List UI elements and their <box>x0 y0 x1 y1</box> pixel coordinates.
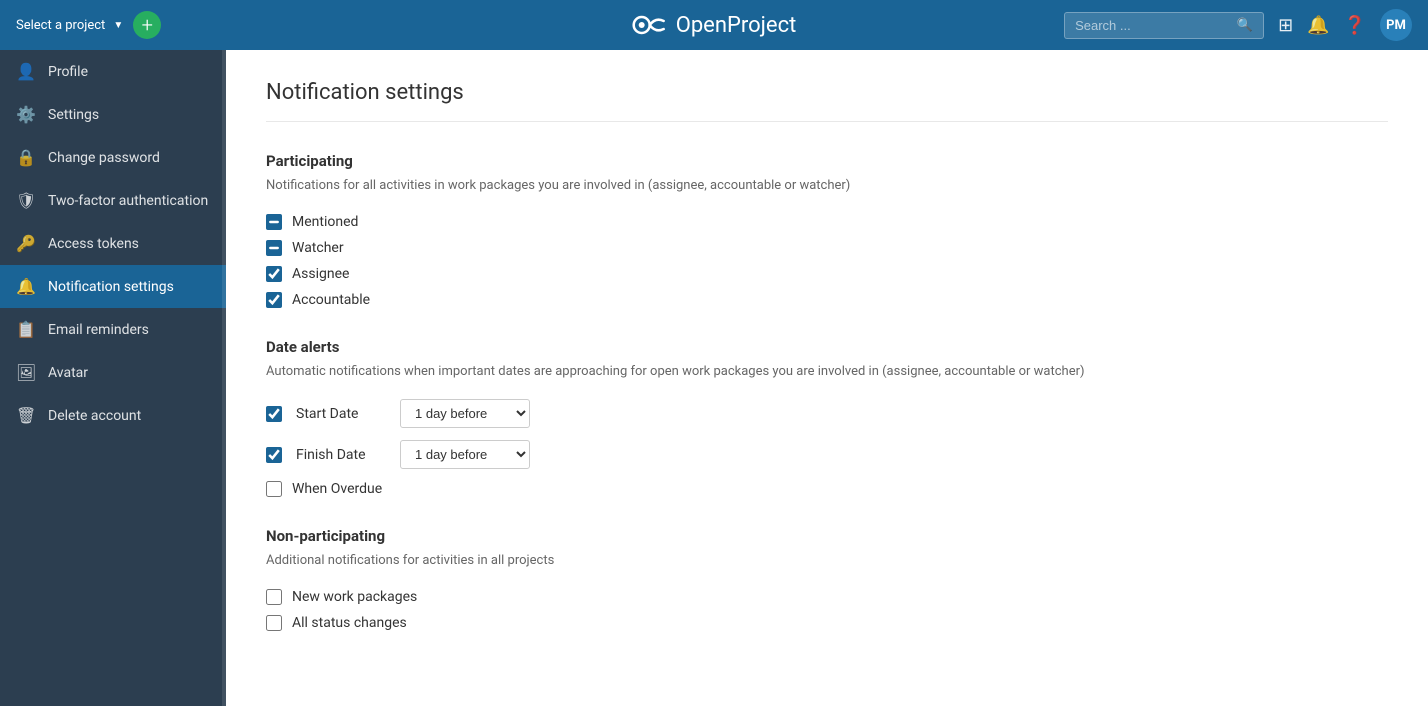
label-when-overdue: When Overdue <box>292 481 382 497</box>
checkbox-finish-date[interactable] <box>266 447 282 463</box>
notification-settings-icon: 🔔 <box>16 277 36 296</box>
label-start-date: Start Date <box>296 406 386 422</box>
checkbox-row-watcher: Watcher <box>266 240 1388 256</box>
checkbox-row-when-overdue: When Overdue <box>266 481 1388 497</box>
label-finish-date: Finish Date <box>296 447 386 463</box>
checkbox-label-all-status-changes: All status changes <box>292 615 407 631</box>
main-layout: 👤 Profile ⚙️ Settings 🔒 Change password … <box>0 50 1428 706</box>
sidebar-item-label: Notification settings <box>48 279 174 295</box>
non-participating-desc: Additional notifications for activities … <box>266 551 1388 571</box>
help-icon[interactable]: ❓ <box>1344 15 1366 36</box>
search-input[interactable] <box>1075 18 1231 33</box>
sidebar-item-label: Settings <box>48 107 99 123</box>
app-logo: OpenProject <box>632 11 797 39</box>
checkbox-row-accountable: Accountable <box>266 292 1388 308</box>
sidebar-item-label: Email reminders <box>48 322 149 338</box>
settings-icon: ⚙️ <box>16 105 36 124</box>
checkbox-row-all-status-changes: All status changes <box>266 615 1388 631</box>
sidebar-item-email-reminders[interactable]: 📋 Email reminders <box>0 308 226 351</box>
delete-account-icon: 🗑 <box>16 406 36 425</box>
add-project-button[interactable]: + <box>133 11 161 39</box>
checkbox-label-watcher: Watcher <box>292 240 344 256</box>
sidebar-item-avatar[interactable]: 🖼 Avatar <box>0 351 226 394</box>
date-alerts-desc: Automatic notifications when important d… <box>266 362 1388 382</box>
logo-icon <box>632 11 668 39</box>
email-reminders-icon: 📋 <box>16 320 36 339</box>
sidebar-item-delete-account[interactable]: 🗑 Delete account <box>0 394 226 437</box>
dropdown-arrow-icon: ▼ <box>113 20 123 31</box>
sidebar-item-label: Avatar <box>48 365 88 381</box>
page-title: Notification settings <box>266 80 1388 122</box>
date-alert-row-start-date: Start Date 1 day before2 days before3 day… <box>266 399 1388 428</box>
main-content: Notification settings Participating Noti… <box>226 50 1428 706</box>
checkbox-all-status-changes[interactable] <box>266 615 282 631</box>
sidebar-item-change-password[interactable]: 🔒 Change password <box>0 136 226 179</box>
sidebar-item-notification-settings[interactable]: 🔔 Notification settings <box>0 265 226 308</box>
select-finish-date[interactable]: 1 day before2 days before3 days before1 … <box>400 440 530 469</box>
sidebar-item-settings[interactable]: ⚙️ Settings <box>0 93 226 136</box>
select-start-date[interactable]: 1 day before2 days before3 days before1 … <box>400 399 530 428</box>
sidebar-item-label: Delete account <box>48 408 141 424</box>
avatar-icon: 🖼 <box>16 363 36 382</box>
sidebar-item-profile[interactable]: 👤 Profile <box>0 50 226 93</box>
checkbox-start-date[interactable] <box>266 406 282 422</box>
topbar-right: 🔍 ⊞ 🔔 ❓ PM <box>1064 9 1412 41</box>
date-alert-row-finish-date: Finish Date 1 day before2 days before3 da… <box>266 440 1388 469</box>
grid-icon[interactable]: ⊞ <box>1278 15 1293 36</box>
checkbox-assignee[interactable] <box>266 266 282 282</box>
checkbox-new-work-packages[interactable] <box>266 589 282 605</box>
participating-desc: Notifications for all activities in work… <box>266 176 1388 196</box>
checkbox-accountable[interactable] <box>266 292 282 308</box>
checkbox-row-mentioned: Mentioned <box>266 214 1388 230</box>
sidebar-item-label: Two-factor authentication <box>48 193 208 209</box>
sidebar: 👤 Profile ⚙️ Settings 🔒 Change password … <box>0 50 226 706</box>
two-factor-icon: 🛡 <box>16 191 36 210</box>
date-alerts-title: Date alerts <box>266 338 1388 356</box>
search-icon: 🔍 <box>1237 18 1253 33</box>
checkbox-label-mentioned: Mentioned <box>292 214 358 230</box>
sidebar-item-two-factor[interactable]: 🛡 Two-factor authentication <box>0 179 226 222</box>
topbar: Select a project ▼ + OpenProject 🔍 ⊞ 🔔 ❓… <box>0 0 1428 50</box>
non-participating-title: Non-participating <box>266 527 1388 545</box>
profile-icon: 👤 <box>16 62 36 81</box>
sidebar-item-label: Access tokens <box>48 236 139 252</box>
checkbox-row-new-work-packages: New work packages <box>266 589 1388 605</box>
search-box[interactable]: 🔍 <box>1064 12 1264 39</box>
sidebar-item-access-tokens[interactable]: 🔑 Access tokens <box>0 222 226 265</box>
app-name: OpenProject <box>676 13 797 38</box>
select-project-label: Select a project <box>16 18 105 33</box>
checkbox-mentioned[interactable] <box>266 214 282 230</box>
access-tokens-icon: 🔑 <box>16 234 36 253</box>
sidebar-item-label: Change password <box>48 150 160 166</box>
date-alerts-section: Date alerts Automatic notifications when… <box>266 338 1388 498</box>
change-password-icon: 🔒 <box>16 148 36 167</box>
sidebar-item-label: Profile <box>48 64 88 80</box>
checkbox-when-overdue[interactable] <box>266 481 282 497</box>
participating-title: Participating <box>266 152 1388 170</box>
checkbox-row-assignee: Assignee <box>266 266 1388 282</box>
checkbox-watcher[interactable] <box>266 240 282 256</box>
user-avatar[interactable]: PM <box>1380 9 1412 41</box>
participating-section: Participating Notifications for all acti… <box>266 152 1388 308</box>
non-participating-section: Non-participating Additional notificatio… <box>266 527 1388 631</box>
checkbox-label-assignee: Assignee <box>292 266 349 282</box>
select-project[interactable]: Select a project ▼ <box>16 18 123 33</box>
checkbox-label-accountable: Accountable <box>292 292 370 308</box>
sidebar-resize-handle[interactable] <box>222 50 226 706</box>
notifications-icon[interactable]: 🔔 <box>1307 15 1329 36</box>
checkbox-label-new-work-packages: New work packages <box>292 589 417 605</box>
